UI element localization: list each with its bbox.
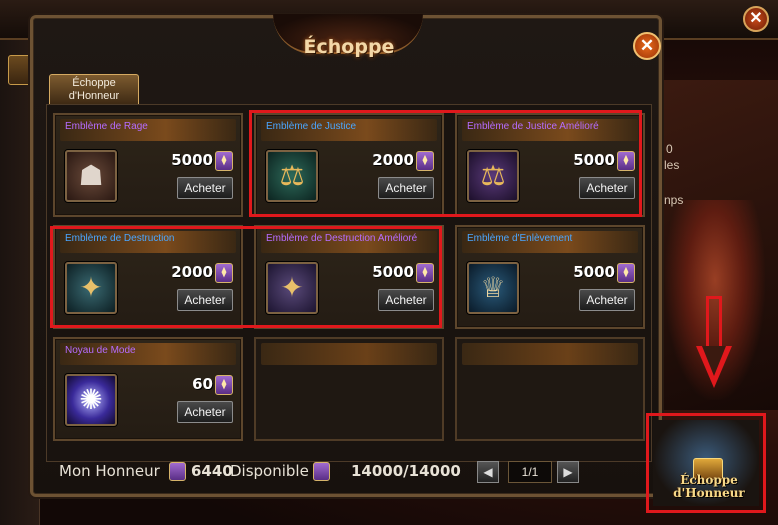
buy-button[interactable]: Acheter — [177, 177, 233, 199]
red-arrow-shaft — [706, 296, 722, 348]
card-header — [462, 343, 638, 365]
honor-label: Mon Honneur — [59, 462, 160, 480]
honor-value: 6440 — [191, 462, 233, 480]
item-card: Emblème de Rage ☗ 5000 ⧫ Acheter — [53, 113, 243, 217]
honor-shop-button[interactable]: Échoppe d'Honneur — [646, 413, 766, 513]
honor-coin-icon: ⧫ — [215, 375, 233, 395]
page-indicator: 1/1 — [508, 461, 552, 483]
honor-coin-icon: ⧫ — [617, 263, 635, 283]
honor-coin-icon: ⧫ — [215, 151, 233, 171]
close-button[interactable]: ✕ — [633, 32, 661, 60]
available-label: Disponible — [230, 462, 309, 480]
background-text-3: nps — [664, 193, 684, 207]
available-value: 14000/14000 — [351, 462, 461, 480]
buy-button[interactable]: Acheter — [579, 289, 635, 311]
card-header — [261, 343, 437, 365]
item-price: 5000 — [573, 263, 615, 281]
item-card: Noyau de Mode ✺ 60 ⧫ Acheter — [53, 337, 243, 441]
item-price: 5000 — [171, 151, 213, 169]
previous-page-button[interactable]: ◀ — [477, 461, 499, 483]
background-close-button[interactable]: ✕ — [743, 6, 769, 32]
next-page-button[interactable]: ▶ — [557, 461, 579, 483]
item-card: Emblème d'Enlèvement ♕ 5000 ⧫ Acheter — [455, 225, 645, 329]
highlight-justice-emblems — [249, 110, 642, 217]
mode-core-icon[interactable]: ✺ — [65, 374, 117, 426]
shop-label-line2: d'Honneur — [673, 486, 745, 500]
buy-button[interactable]: Acheter — [177, 401, 233, 423]
background-text-2: les — [664, 158, 680, 172]
honor-coin-icon — [169, 462, 186, 481]
honor-shop-button-art: Échoppe d'Honneur — [653, 420, 759, 506]
empty-slot — [455, 337, 645, 441]
tab-honor-shop[interactable]: Échoppe d'Honneur — [49, 74, 139, 104]
arrow-head-inner — [702, 346, 726, 376]
available-coin-icon — [313, 462, 330, 481]
tab-label-line1: Échoppe — [72, 77, 116, 89]
rage-emblem-icon[interactable]: ☗ — [65, 150, 117, 202]
shop-footer: Mon Honneur 6440 Disponible 14000/14000 … — [33, 456, 665, 492]
item-name: Emblème de Rage — [65, 121, 148, 132]
empty-slot — [254, 337, 444, 441]
background-text-1: 0 — [666, 142, 673, 156]
tab-label-line2: d'Honneur — [68, 90, 120, 102]
highlight-destruction-emblems — [50, 226, 442, 328]
item-name: Emblème d'Enlèvement — [467, 233, 573, 244]
item-name: Noyau de Mode — [65, 345, 136, 356]
abduction-emblem-icon[interactable]: ♕ — [467, 262, 519, 314]
honor-shop-button-label: Échoppe d'Honneur — [653, 474, 765, 500]
item-price: 60 — [192, 375, 213, 393]
window-title: Échoppe — [303, 36, 395, 58]
